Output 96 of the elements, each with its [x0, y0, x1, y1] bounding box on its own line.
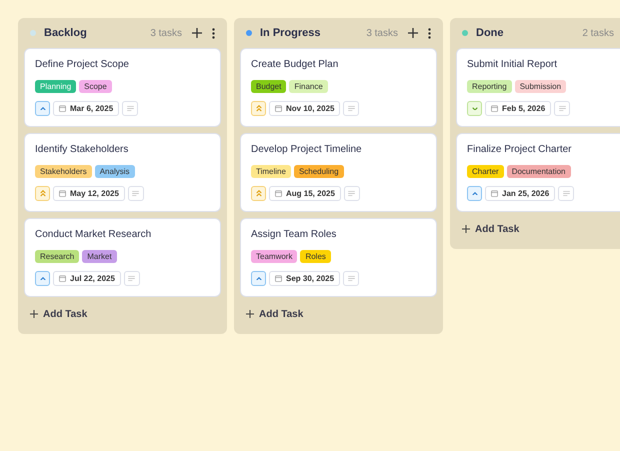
tag: Stakeholders — [35, 165, 92, 178]
notes-button[interactable] — [554, 101, 570, 116]
priority-button[interactable] — [35, 101, 50, 116]
task-card[interactable]: Finalize Project Charter Charter Documentation Jan 25, 2026 — [456, 133, 620, 212]
tag: Market — [82, 250, 117, 263]
tag: Teamwork — [251, 250, 298, 263]
notes-button[interactable] — [122, 101, 138, 116]
priority-button[interactable] — [251, 271, 266, 286]
tag: Documentation — [506, 165, 570, 178]
task-title: Finalize Project Charter — [467, 144, 572, 156]
tag: Timeline — [251, 165, 291, 178]
due-date-button[interactable]: Jul 22, 2025 — [53, 271, 121, 286]
due-date-button[interactable]: Sep 30, 2025 — [269, 271, 340, 286]
chevron-down-icon — [472, 106, 478, 110]
task-count: 2 tasks — [582, 26, 614, 40]
calendar-icon — [59, 190, 66, 197]
tag: Reporting — [467, 80, 512, 93]
task-card[interactable]: Submit Initial Report Reporting Submission Feb 5, 2026 — [456, 48, 620, 127]
notes-icon — [132, 191, 140, 196]
plus-icon — [30, 310, 38, 318]
notes-button[interactable] — [344, 186, 360, 201]
priority-button[interactable] — [251, 186, 266, 201]
due-date-button[interactable]: May 12, 2025 — [53, 186, 125, 201]
tag: Scheduling — [294, 165, 344, 178]
add-task-button[interactable]: Add Task — [24, 297, 221, 331]
add-task-button[interactable]: Add Task — [456, 212, 620, 246]
calendar-icon — [491, 190, 498, 197]
due-date-button[interactable]: Aug 15, 2025 — [269, 186, 341, 201]
priority-button[interactable] — [251, 101, 266, 116]
tag: Charter — [467, 165, 504, 178]
task-title: Conduct Market Research — [35, 229, 152, 241]
column-title: Done — [476, 26, 504, 41]
more-icon[interactable] — [428, 28, 431, 38]
double-chevron-up-icon — [256, 105, 262, 112]
priority-button[interactable] — [467, 101, 482, 116]
tag: Analysis — [94, 165, 134, 178]
priority-button[interactable] — [35, 271, 50, 286]
tag: Research — [35, 250, 80, 263]
task-card[interactable]: Define Project Scope Planning Scope Mar 6, 2025 — [24, 48, 221, 127]
tag: Scope — [79, 80, 112, 93]
tag: Planning — [35, 80, 76, 93]
chevron-up-icon — [40, 276, 46, 280]
chevron-up-icon — [256, 276, 262, 280]
calendar-icon — [275, 190, 282, 197]
tag: Budget — [251, 80, 286, 93]
task-card[interactable]: Develop Project Timeline Timeline Scheduling Aug 15, 2025 — [240, 133, 437, 212]
task-card[interactable]: Create Budget Plan Budget Finance Nov 10, 2025 — [240, 48, 437, 127]
notes-button[interactable] — [343, 271, 360, 286]
priority-button[interactable] — [35, 186, 50, 201]
plus-icon — [246, 310, 254, 318]
task-count: 3 tasks — [366, 26, 398, 40]
add-icon[interactable] — [408, 28, 418, 38]
task-title: Identify Stakeholders — [35, 144, 130, 156]
task-title: Define Project Scope — [35, 59, 130, 71]
notes-icon — [126, 106, 134, 111]
notes-button[interactable] — [558, 186, 574, 201]
more-icon[interactable] — [212, 28, 215, 38]
tag: Submission — [514, 80, 566, 93]
double-chevron-up-icon — [256, 190, 262, 197]
due-date-button[interactable]: Jan 25, 2026 — [485, 186, 556, 201]
notes-icon — [348, 276, 355, 281]
calendar-icon — [491, 105, 498, 112]
add-icon[interactable] — [192, 28, 202, 38]
calendar-icon — [275, 105, 282, 112]
column-title: Backlog — [44, 26, 88, 41]
add-task-button[interactable]: Add Task — [240, 297, 437, 331]
tag: Roles — [300, 250, 331, 263]
notes-icon — [128, 276, 136, 281]
plus-icon — [462, 225, 470, 233]
notes-button[interactable] — [124, 271, 140, 286]
priority-button[interactable] — [467, 186, 482, 201]
due-date-button[interactable]: Feb 5, 2026 — [485, 101, 552, 116]
calendar-icon — [59, 105, 66, 112]
task-title: Assign Team Roles — [251, 229, 338, 241]
due-date-button[interactable]: Nov 10, 2025 — [269, 101, 340, 116]
double-chevron-up-icon — [40, 190, 46, 197]
task-title: Create Budget Plan — [251, 59, 340, 71]
task-title: Develop Project Timeline — [251, 144, 363, 156]
chevron-up-icon — [472, 192, 478, 196]
notes-button[interactable] — [128, 186, 144, 201]
notes-button[interactable] — [343, 101, 360, 116]
task-card[interactable]: Assign Team Roles Teamwork Roles Sep 30, 2025 — [240, 218, 437, 297]
notes-icon — [348, 191, 356, 196]
notes-icon — [558, 106, 566, 111]
notes-icon — [348, 106, 355, 111]
task-card[interactable]: Identify Stakeholders Stakeholders Analysis May 12, 2025 — [24, 133, 221, 212]
calendar-icon — [275, 275, 282, 282]
task-count: 3 tasks — [150, 26, 182, 40]
task-title: Submit Initial Report — [467, 59, 558, 71]
tag: Finance — [289, 80, 328, 93]
notes-icon — [562, 191, 570, 196]
due-date-button[interactable]: Mar 6, 2025 — [53, 101, 120, 116]
column-title: In Progress — [260, 26, 322, 41]
chevron-up-icon — [40, 106, 46, 110]
calendar-icon — [59, 275, 66, 282]
task-card[interactable]: Conduct Market Research Research Market Jul 22, 2025 — [24, 218, 221, 297]
